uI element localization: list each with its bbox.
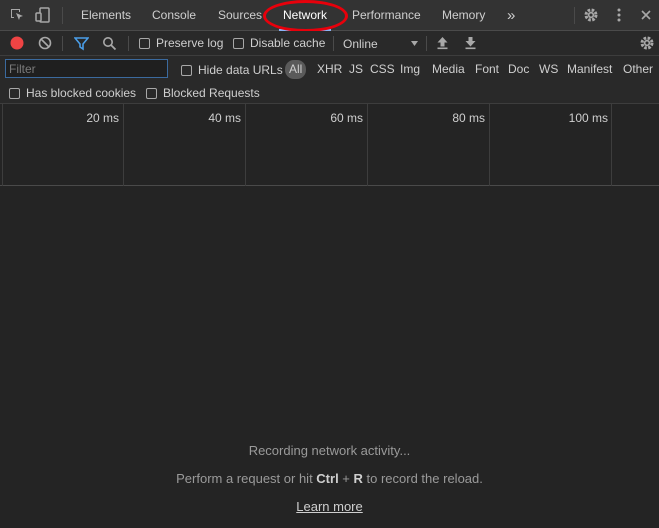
search-icon[interactable] [102,36,117,51]
recording-message: Recording network activity... [248,443,411,458]
type-filter-media[interactable]: Media [432,56,465,83]
tab-elements[interactable]: Elements [81,0,131,31]
blocked-filter-bar: Has blocked cookies Blocked Requests [0,83,659,104]
toolbar-separator [333,36,334,51]
timeline-tick-label: 60 ms [330,111,363,125]
key-ctrl: Ctrl [316,471,339,486]
more-tabs-button[interactable]: » [507,0,515,31]
blocked-requests-checkbox[interactable]: Blocked Requests [146,86,260,100]
device-toolbar-icon[interactable] [35,7,51,23]
timeline-tick-label: 40 ms [208,111,241,125]
toolbar-separator [62,36,63,51]
timeline-tick-label: 20 ms [86,111,119,125]
type-filter-other[interactable]: Other [623,56,653,83]
tab-console[interactable]: Console [152,0,196,31]
type-filter-img[interactable]: Img [400,56,420,83]
timeline-tick-label: 100 ms [568,111,608,125]
import-har-icon[interactable] [436,36,449,50]
export-har-icon[interactable] [464,36,477,50]
timeline-tick-line [2,104,3,186]
timeline-tick-line [611,104,612,186]
has-blocked-cookies-label: Has blocked cookies [26,86,137,100]
toolbar-separator [426,36,427,51]
filter-input[interactable] [5,59,168,78]
network-settings-gear-icon[interactable] [639,35,655,51]
timeline-tick-line [245,104,246,186]
type-filter-all[interactable]: All [285,60,307,79]
dropdown-arrow-icon [410,39,419,48]
throttling-value: Online [343,36,378,51]
tabbar-separator [62,7,63,24]
throttling-select[interactable]: Online [343,36,419,51]
tab-performance[interactable]: Performance [352,0,421,31]
kebab-menu-icon[interactable] [612,7,626,23]
type-filter-manifest[interactable]: Manifest [567,56,612,83]
checkbox-box[interactable] [233,37,244,49]
hide-data-urls-checkbox[interactable]: Hide data URLs [181,63,283,77]
type-filter-css[interactable]: CSS [370,56,395,83]
devtools-tabbar: Elements Console Sources Network Perform… [0,0,659,32]
timeline-overview[interactable]: 20 ms 40 ms 60 ms 80 ms 100 ms [0,104,659,186]
gear-icon[interactable] [583,7,599,23]
type-filter-ws[interactable]: WS [539,56,558,83]
preserve-log-checkbox[interactable]: Preserve log [139,36,223,50]
disable-cache-checkbox[interactable]: Disable cache [233,36,325,50]
reload-hint-text-end: to record the reload. [362,471,483,486]
type-filter-js[interactable]: JS [349,56,363,83]
filter-icon[interactable] [74,36,89,51]
timeline-tick-line [367,104,368,186]
timeline-tick-label: 80 ms [452,111,485,125]
timeline-tick-line [489,104,490,186]
record-icon[interactable] [10,36,24,50]
filter-bar: Hide data URLs All XHR JS CSS Img Media … [0,56,659,83]
learn-more-link[interactable]: Learn more [296,499,362,514]
blocked-requests-label: Blocked Requests [163,86,260,100]
preserve-log-label: Preserve log [156,36,224,50]
close-icon[interactable] [639,8,653,22]
reload-hint-text: Perform a request or hit [176,471,317,486]
checkbox-box[interactable] [181,64,192,76]
inspect-element-icon[interactable] [9,7,25,23]
key-plus: + [338,471,354,486]
tabbar-separator [574,7,575,24]
checkbox-box[interactable] [9,87,20,99]
disable-cache-label: Disable cache [250,36,326,50]
checkbox-box[interactable] [139,37,150,49]
tab-network[interactable]: Network [278,0,332,31]
timeline-tick-line [123,104,124,186]
type-filter-xhr[interactable]: XHR [317,56,342,83]
reload-hint: Perform a request or hit Ctrl + R to rec… [0,471,659,486]
key-r: R [353,471,363,486]
type-filter-doc[interactable]: Doc [508,56,529,83]
learn-more-row: Learn more [0,499,659,514]
has-blocked-cookies-checkbox[interactable]: Has blocked cookies [9,86,136,100]
tab-memory[interactable]: Memory [442,0,485,31]
type-filter-font[interactable]: Font [475,56,499,83]
toolbar-separator [128,36,129,51]
tab-sources[interactable]: Sources [218,0,262,31]
checkbox-box[interactable] [146,87,157,99]
clear-icon[interactable] [38,36,52,50]
hide-data-urls-label: Hide data URLs [198,63,283,77]
network-toolbar: Preserve log Disable cache Online [0,31,659,56]
